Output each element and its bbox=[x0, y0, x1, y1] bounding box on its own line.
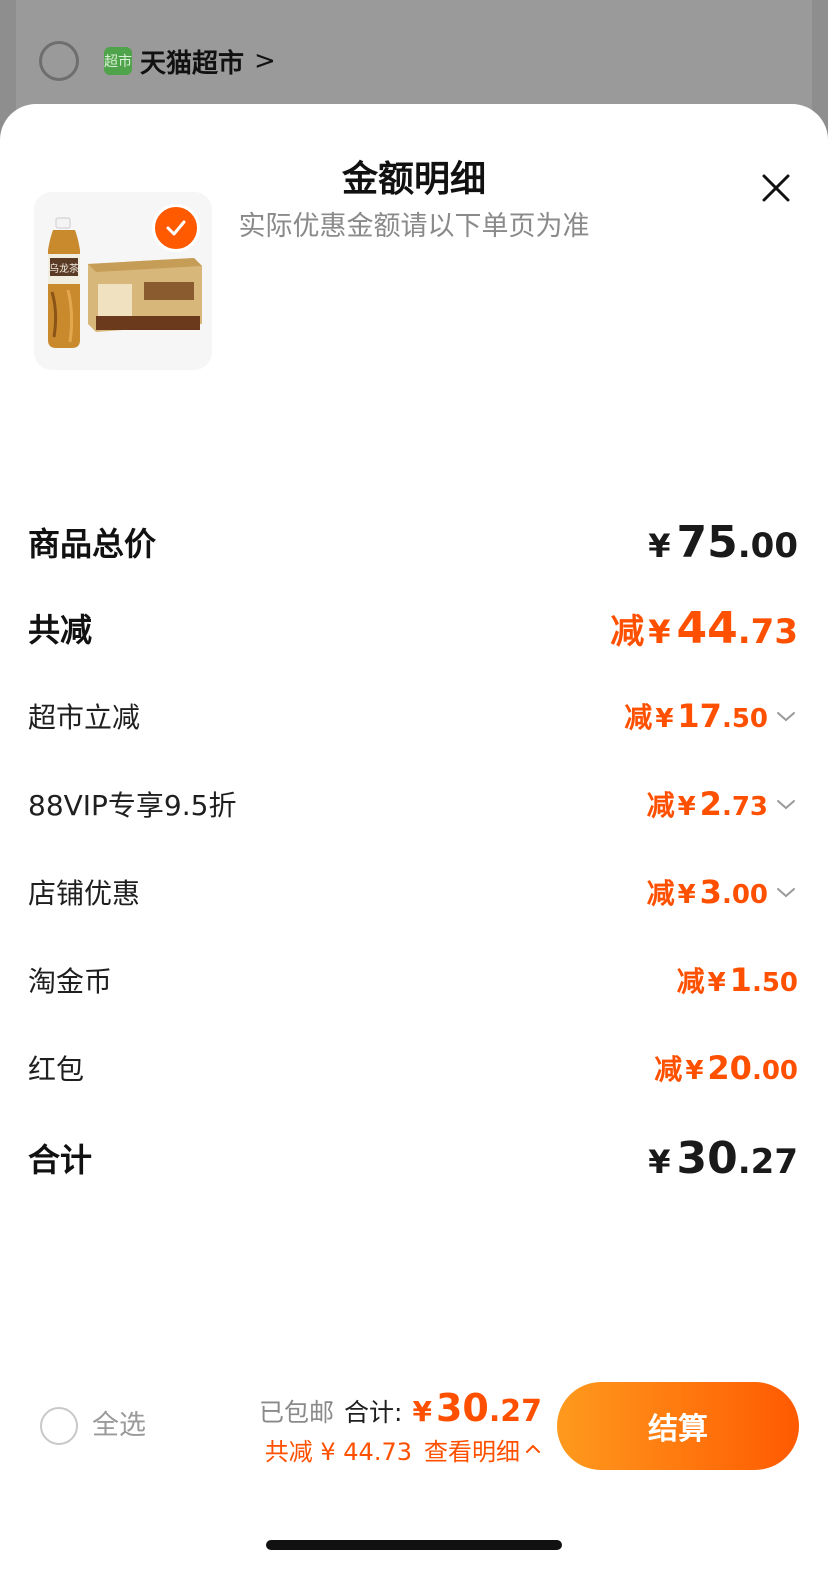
amount-decimal: .50 bbox=[721, 704, 768, 734]
row-vip-discount[interactable]: 88VIP专享9.5折 减 ¥ 2 .73 bbox=[28, 774, 798, 834]
row-supermarket-discount[interactable]: 超市立减 减 ¥ 17 .50 bbox=[28, 686, 798, 746]
amount-integer: 75 bbox=[676, 516, 738, 568]
row-total: 合计 ¥ 30 .27 bbox=[28, 1128, 798, 1188]
discount-prefix: 减 bbox=[610, 611, 645, 652]
select-all-label[interactable]: 全选 bbox=[92, 1407, 146, 1445]
amount-integer: 30 bbox=[435, 1386, 489, 1430]
shop-discount-value[interactable]: 减 ¥ 3 .00 bbox=[647, 872, 798, 912]
chevron-down-icon[interactable] bbox=[774, 704, 798, 728]
vip-discount-label: 88VIP专享9.5折 bbox=[28, 789, 237, 822]
row-shop-discount[interactable]: 店铺优惠 减 ¥ 3 .00 bbox=[28, 862, 798, 922]
discount-prefix: 减 bbox=[676, 965, 705, 998]
amount-integer: 30 bbox=[676, 1132, 738, 1184]
amount-integer: 1 bbox=[729, 961, 752, 999]
amount-integer: 17 bbox=[677, 697, 722, 735]
check-icon bbox=[166, 220, 186, 236]
total-discount-amount: 减 ¥ 44 .73 bbox=[610, 603, 798, 654]
red-packet-amount: 减 ¥ 20 .00 bbox=[654, 1048, 798, 1088]
supermarket-discount-label: 超市立减 bbox=[28, 701, 141, 734]
shop-discount-label: 店铺优惠 bbox=[28, 877, 141, 910]
row-taojin-coin: 淘金币 减 ¥ 1 .50 bbox=[28, 950, 798, 1010]
row-total-discount: 共减 减 ¥ 44 .73 bbox=[28, 598, 798, 658]
chevron-down-icon[interactable] bbox=[774, 880, 798, 904]
red-packet-label: 红包 bbox=[28, 1053, 85, 1086]
supermarket-discount-value[interactable]: 减 ¥ 17 .50 bbox=[624, 696, 798, 736]
yen-symbol: ¥ bbox=[677, 880, 696, 910]
bottle-label: 乌龙茶 bbox=[49, 262, 79, 275]
yen-symbol: ¥ bbox=[412, 1395, 432, 1428]
subtotal-label: 商品总价 bbox=[28, 525, 157, 563]
view-detail-link[interactable]: 查看明细 bbox=[424, 1432, 542, 1467]
row-subtotal: 商品总价 ¥ 75 .00 bbox=[28, 512, 798, 572]
discount-prefix: 减 bbox=[624, 701, 653, 734]
bottom-discount-summary: 共减 ¥ 44.73 查看明细 bbox=[265, 1430, 542, 1468]
bottom-total-label: 合计: bbox=[344, 1398, 403, 1427]
checkout-button[interactable]: 结算 bbox=[557, 1382, 799, 1470]
total-amount: ¥ 30 .27 bbox=[648, 1133, 798, 1184]
amount-decimal: .73 bbox=[737, 611, 798, 652]
yen-symbol: ¥ bbox=[685, 1056, 704, 1086]
selected-check-badge[interactable] bbox=[152, 204, 200, 252]
discount-prefix: 减 bbox=[646, 877, 675, 910]
amount-integer: 2 bbox=[699, 785, 722, 823]
view-detail-label: 查看明细 bbox=[424, 1437, 520, 1466]
discount-prefix: 减 bbox=[646, 789, 675, 822]
bottom-total-amount: ¥ 30 .27 bbox=[412, 1386, 542, 1430]
yen-symbol: ¥ bbox=[707, 968, 726, 998]
home-indicator bbox=[266, 1540, 562, 1550]
amount-decimal: .50 bbox=[751, 968, 798, 998]
store-header: 超市 天猫超市 > bbox=[104, 42, 276, 80]
vip-discount-amount: 减 ¥ 2 .73 bbox=[647, 784, 768, 824]
taojin-coin-label: 淘金币 bbox=[28, 965, 113, 998]
yen-symbol: ¥ bbox=[648, 526, 671, 565]
store-name: 天猫超市 bbox=[140, 48, 245, 79]
bottom-total-summary: 已包邮 合计: ¥ 30 .27 bbox=[259, 1386, 542, 1430]
row-red-packet: 红包 减 ¥ 20 .00 bbox=[28, 1038, 798, 1098]
amount-decimal: .27 bbox=[737, 1141, 798, 1182]
chevron-down-icon[interactable] bbox=[774, 792, 798, 816]
amount-integer: 44 bbox=[676, 602, 738, 654]
yen-symbol: ¥ bbox=[648, 1142, 671, 1181]
shop-discount-amount: 减 ¥ 3 .00 bbox=[647, 872, 768, 912]
supermarket-discount-amount: 减 ¥ 17 .50 bbox=[624, 696, 768, 736]
discount-prefix: 减 bbox=[654, 1053, 683, 1086]
bottom-discount-text: 共减 ¥ 44.73 bbox=[264, 1437, 412, 1466]
amount-decimal: .00 bbox=[721, 880, 768, 910]
close-icon[interactable] bbox=[758, 170, 794, 206]
amount-integer: 3 bbox=[699, 873, 722, 911]
free-shipping-label: 已包邮 bbox=[259, 1398, 335, 1427]
amount-decimal: .00 bbox=[751, 1056, 798, 1086]
total-label: 合计 bbox=[28, 1141, 93, 1179]
tmall-supermarket-logo: 超市 bbox=[104, 47, 132, 75]
subtotal-amount: ¥ 75 .00 bbox=[648, 517, 798, 568]
amount-decimal: .73 bbox=[721, 792, 768, 822]
yen-symbol: ¥ bbox=[648, 612, 671, 651]
amount-decimal: .00 bbox=[737, 525, 798, 566]
chevron-up-icon bbox=[526, 1444, 540, 1453]
yen-symbol: ¥ bbox=[655, 704, 674, 734]
taojin-coin-amount: 减 ¥ 1 .50 bbox=[677, 960, 798, 1000]
store-select-radio bbox=[39, 41, 79, 81]
yen-symbol: ¥ bbox=[677, 792, 696, 822]
total-discount-label: 共减 bbox=[28, 611, 93, 649]
select-all-radio[interactable] bbox=[40, 1407, 78, 1445]
vip-discount-value[interactable]: 减 ¥ 2 .73 bbox=[647, 784, 798, 824]
chevron-right-icon: > bbox=[254, 46, 276, 76]
amount-decimal: .27 bbox=[488, 1394, 542, 1429]
amount-integer: 20 bbox=[707, 1049, 752, 1087]
